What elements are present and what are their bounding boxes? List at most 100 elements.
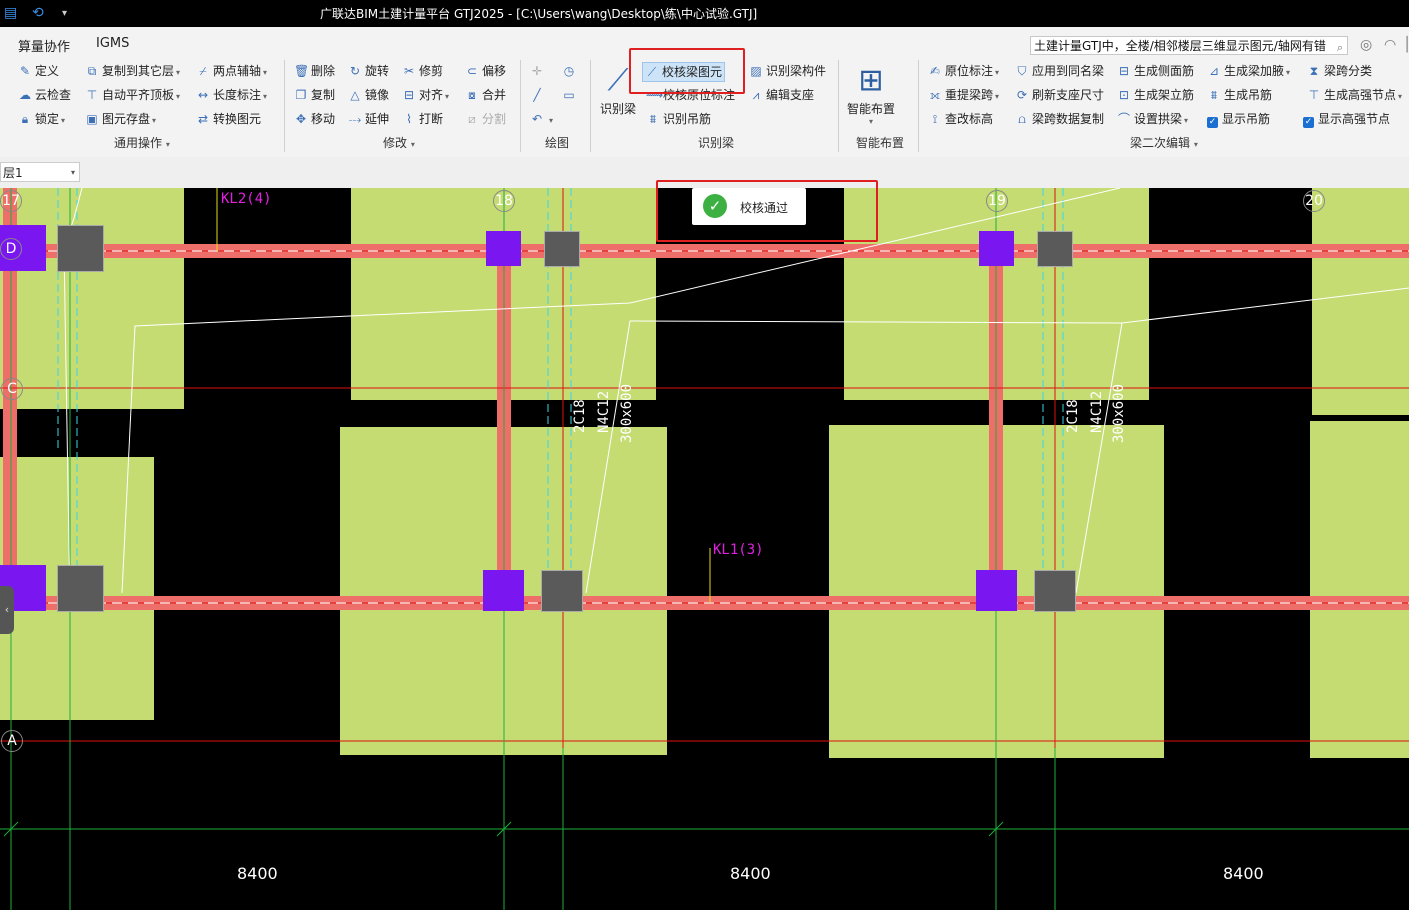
column-grey[interactable] xyxy=(1034,570,1076,612)
refresh-support-button[interactable]: ⟳ 刷新支座尺寸 xyxy=(1015,85,1104,105)
split-button[interactable]: ⧄ 分割 xyxy=(465,109,506,129)
recognize-hanger-button[interactable]: ⩩ 识别吊筋 xyxy=(646,109,711,129)
draw-line-button[interactable]: ╱ xyxy=(530,85,547,105)
recognize-component-button[interactable]: ▨ 识别梁构件 xyxy=(749,61,826,81)
checkbox-checked-icon: ✓ xyxy=(1207,117,1218,128)
lock-button[interactable]: 🔒︎ 锁定 ▾ xyxy=(18,109,65,129)
column-purple[interactable] xyxy=(486,231,521,266)
two-point-axis-button[interactable]: ⌿ 两点辅轴 ▾ xyxy=(196,61,267,81)
span-icon: ⟗ xyxy=(929,88,941,102)
draw-arc-button[interactable]: ↶ ▾ xyxy=(530,109,553,129)
highlight-frame-toast xyxy=(656,180,878,242)
search-input[interactable]: 土建计量GTJ中，全楼/相邻楼层三维显示图元/轴网有错 ⌕ xyxy=(1030,36,1348,55)
group-label-draw: 绘图 xyxy=(545,136,570,150)
more-icon[interactable]: │ xyxy=(1403,37,1409,53)
quick-access-dropdown-icon[interactable]: ▾ xyxy=(62,8,67,19)
chevron-down-icon: ▾ xyxy=(165,140,170,149)
trim-button[interactable]: ✂ 修剪 xyxy=(402,61,443,81)
chevron-down-icon: ▾ xyxy=(263,68,268,77)
check-elevation-button[interactable]: ⟟ 查改标高 xyxy=(928,109,993,129)
extend-icon: ⤏ xyxy=(348,112,362,126)
grid-lines-svg xyxy=(0,188,1409,910)
re-extract-span-button[interactable]: ⟗ 重提梁跨 ▾ xyxy=(928,85,999,105)
user-icon[interactable]: ◎ xyxy=(1360,37,1372,53)
gen-side-rebar-button[interactable]: ⊟ 生成侧面筋 xyxy=(1117,61,1194,81)
rebar-note-line: 300x600 xyxy=(1111,383,1127,443)
gen-haunch-button[interactable]: ⊿ 生成梁加腋 ▾ xyxy=(1207,61,1290,81)
copy-button[interactable]: ❐ 复制 xyxy=(294,85,335,105)
checkbox-checked-icon: ✓ xyxy=(1303,117,1314,128)
app-logo-icon[interactable]: ▤ xyxy=(4,5,17,21)
group-label-beam-edit[interactable]: 梁二次编辑 ▾ xyxy=(1130,134,1198,151)
clock-arc-icon: ◷ xyxy=(563,64,575,78)
column-grey[interactable] xyxy=(541,570,583,612)
drawing-canvas[interactable]: 17 18 19 20 D C A KL2(4) KL1(3) 2C18 N4C… xyxy=(0,188,1409,910)
set-arch-button[interactable]: ⌒ 设置拱梁 ▾ xyxy=(1117,109,1188,129)
layer-select[interactable]: 层1 ▾ xyxy=(0,162,80,182)
draw-arc-tool-button[interactable]: ◷ xyxy=(562,61,579,81)
show-high-node-checkbox[interactable]: ✓ 显示高强节点 xyxy=(1303,109,1390,129)
rectangle-icon: ▭ xyxy=(563,88,575,102)
apply-icon: ⛉ xyxy=(1017,64,1027,78)
draw-rect-button[interactable]: ▭ xyxy=(562,85,579,105)
side-panel-collapse-handle[interactable]: ‹ xyxy=(0,586,14,634)
window-title: 广联达BIM土建计量平台 GTJ2025 - [C:\Users\wang\De… xyxy=(320,7,758,21)
extend-button[interactable]: ⤏ 延伸 xyxy=(348,109,389,129)
chevron-down-icon: ▾ xyxy=(152,116,157,125)
draw-point-button[interactable]: ✛ xyxy=(530,61,547,81)
show-hanger-checkbox[interactable]: ✓ 显示吊筋 xyxy=(1207,109,1270,129)
merge-button[interactable]: ⧇ 合并 xyxy=(465,85,506,105)
move-icon: ✥ xyxy=(295,112,307,126)
auto-align-top-button[interactable]: ⊤ 自动平齐顶板 ▾ xyxy=(85,85,180,105)
convert-element-button[interactable]: ⇄ 转换图元 xyxy=(196,109,261,129)
undo-icon[interactable]: ⟲ xyxy=(32,5,44,21)
column-grey[interactable] xyxy=(544,231,580,267)
apply-same-name-button[interactable]: ⛉ 应用到同名梁 xyxy=(1015,61,1104,81)
cloud-check-button[interactable]: ☁ 云检查 xyxy=(18,85,71,105)
support-icon: ⩘ xyxy=(752,88,760,102)
column-grey[interactable] xyxy=(57,565,104,612)
copy-to-floor-button[interactable]: ⧉ 复制到其它层 ▾ xyxy=(85,61,180,81)
move-button[interactable]: ✥ 移动 xyxy=(294,109,335,129)
menu-collaboration[interactable]: 算量协作 xyxy=(18,36,70,55)
group-label-modify[interactable]: 修改 ▾ xyxy=(383,134,415,151)
column-purple[interactable] xyxy=(976,570,1017,611)
align-top-icon: ⊤ xyxy=(86,88,98,102)
delete-button[interactable]: 🗑︎ 删除 xyxy=(294,61,335,81)
rotate-button[interactable]: ↻ 旋转 xyxy=(348,61,389,81)
search-text: 土建计量GTJ中，全楼/相邻楼层三维显示图元/轴网有错 xyxy=(1034,39,1326,53)
support-headset-icon[interactable]: ◠ xyxy=(1384,37,1396,53)
span-classify-button[interactable]: ⧗ 梁跨分类 xyxy=(1307,61,1372,81)
gen-hanger-button[interactable]: ⩩ 生成吊筋 xyxy=(1207,85,1272,105)
span-data-copy-button[interactable]: ⩍ 梁跨数据复制 xyxy=(1015,109,1104,129)
smart-layout-button[interactable]: ⊞ 智能布置 ▾ xyxy=(845,62,897,127)
offset-button[interactable]: ⊂ 偏移 xyxy=(465,61,506,81)
point-icon: ✛ xyxy=(531,64,543,78)
break-button[interactable]: ⌇ 打断 xyxy=(402,109,443,129)
define-button[interactable]: ✎ 定义 xyxy=(18,61,59,81)
in-situ-mark-button[interactable]: ✍ 原位标注 ▾ xyxy=(928,61,999,81)
edit-support-button[interactable]: ⩘ 编辑支座 xyxy=(749,85,814,105)
column-purple[interactable] xyxy=(483,570,524,611)
align-button[interactable]: ⊟ 对齐 ▾ xyxy=(402,85,449,105)
save-element-button[interactable]: ▣ 图元存盘 ▾ xyxy=(85,109,156,129)
align-icon: ⊟ xyxy=(403,88,415,102)
haunch-icon: ⊿ xyxy=(1208,64,1220,78)
mirror-button[interactable]: △ 镜像 xyxy=(348,85,389,105)
leader-line xyxy=(585,287,1409,594)
search-icon[interactable]: ⌕ xyxy=(1337,38,1343,54)
column-purple[interactable] xyxy=(979,231,1014,266)
chevron-down-icon: ▾ xyxy=(1184,116,1189,125)
column-grey[interactable] xyxy=(1037,231,1073,267)
gen-frame-rebar-button[interactable]: ⊡ 生成架立筋 xyxy=(1117,85,1194,105)
rebar-note-line: 300x600 xyxy=(619,383,635,443)
axis-label-20: 20 xyxy=(1303,190,1325,212)
menu-igms[interactable]: IGMS xyxy=(96,36,129,51)
axis-label-17: 17 xyxy=(0,190,22,212)
group-label-general[interactable]: 通用操作 ▾ xyxy=(114,134,170,151)
length-dim-button[interactable]: ↔ 长度标注 ▾ xyxy=(196,85,267,105)
column-grey[interactable] xyxy=(57,225,104,272)
chevron-down-icon: ▾ xyxy=(176,68,181,77)
gen-high-node-button[interactable]: ⊤ 生成高强节点 ▾ xyxy=(1307,85,1402,105)
dimension-icon: ↔ xyxy=(197,88,209,102)
